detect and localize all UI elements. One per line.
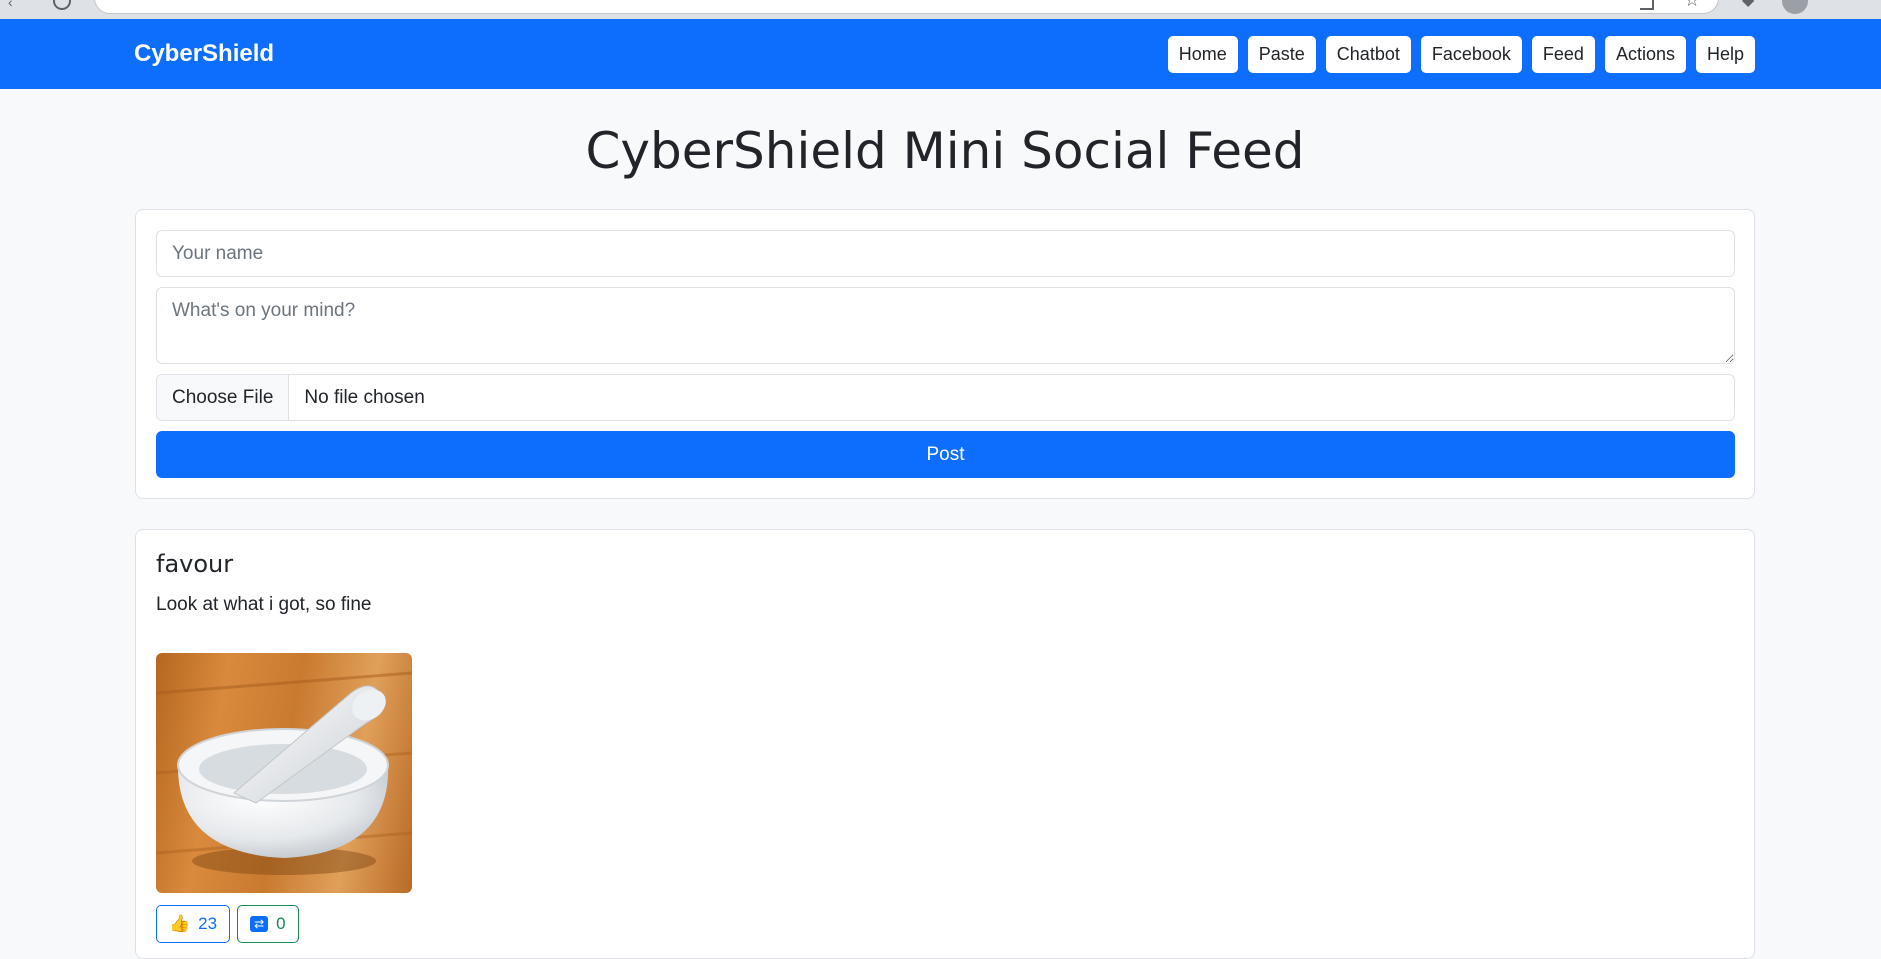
like-button[interactable]: 👍 23: [156, 905, 231, 943]
address-bar[interactable]: [94, 0, 1719, 14]
bookmark-star-icon[interactable]: ☆: [1684, 0, 1700, 11]
post-image: [156, 653, 412, 893]
message-textarea[interactable]: [156, 287, 1735, 364]
feed-post: favour Look at what i got, so fine 👍 23 …: [135, 529, 1755, 959]
profile-avatar-icon[interactable]: [1782, 0, 1808, 14]
nav-actions-button[interactable]: Actions: [1604, 36, 1686, 73]
repost-icon: ⇄: [250, 916, 269, 932]
reaction-row: 👍 23 ⇄ 0: [156, 905, 299, 943]
page-title: CyberShield Mini Social Feed: [585, 122, 1305, 180]
back-arrow-icon[interactable]: ‹: [8, 0, 13, 10]
choose-file-button[interactable]: Choose File: [157, 375, 290, 420]
repost-button[interactable]: ⇄ 0: [237, 905, 299, 943]
top-navbar: CyberShield Home Paste Chatbot Facebook …: [0, 19, 1881, 89]
nav-paste-button[interactable]: Paste: [1247, 36, 1316, 73]
file-upload-field[interactable]: Choose File No file chosen: [156, 374, 1735, 421]
thumbs-up-icon: 👍: [169, 914, 191, 933]
new-post-form: Choose File No file chosen Post: [135, 209, 1755, 499]
like-count: 23: [198, 914, 218, 933]
nav-chatbot-button[interactable]: Chatbot: [1325, 36, 1411, 73]
site-info-icon[interactable]: [53, 0, 71, 10]
nav-feed-button[interactable]: Feed: [1531, 36, 1595, 73]
install-app-icon[interactable]: [1640, 0, 1654, 10]
post-text: Look at what i got, so fine: [156, 594, 372, 615]
file-status-text: No file chosen: [304, 387, 425, 408]
nav-help-button[interactable]: Help: [1695, 36, 1755, 73]
nav-links: Home Paste Chatbot Facebook Feed Actions…: [1167, 36, 1755, 73]
nav-home-button[interactable]: Home: [1167, 36, 1238, 73]
repost-count: 0: [276, 914, 286, 933]
brand-logo[interactable]: CyberShield: [134, 19, 274, 89]
post-submit-button[interactable]: Post: [156, 431, 1735, 478]
post-author: favour: [156, 550, 234, 578]
browser-toolbar: ‹ ☆ ◆: [0, 0, 1881, 19]
mortar-pestle-illustration: [156, 671, 412, 875]
nav-facebook-button[interactable]: Facebook: [1420, 36, 1522, 73]
name-input[interactable]: [156, 230, 1735, 277]
extensions-icon[interactable]: ◆: [1742, 0, 1754, 10]
